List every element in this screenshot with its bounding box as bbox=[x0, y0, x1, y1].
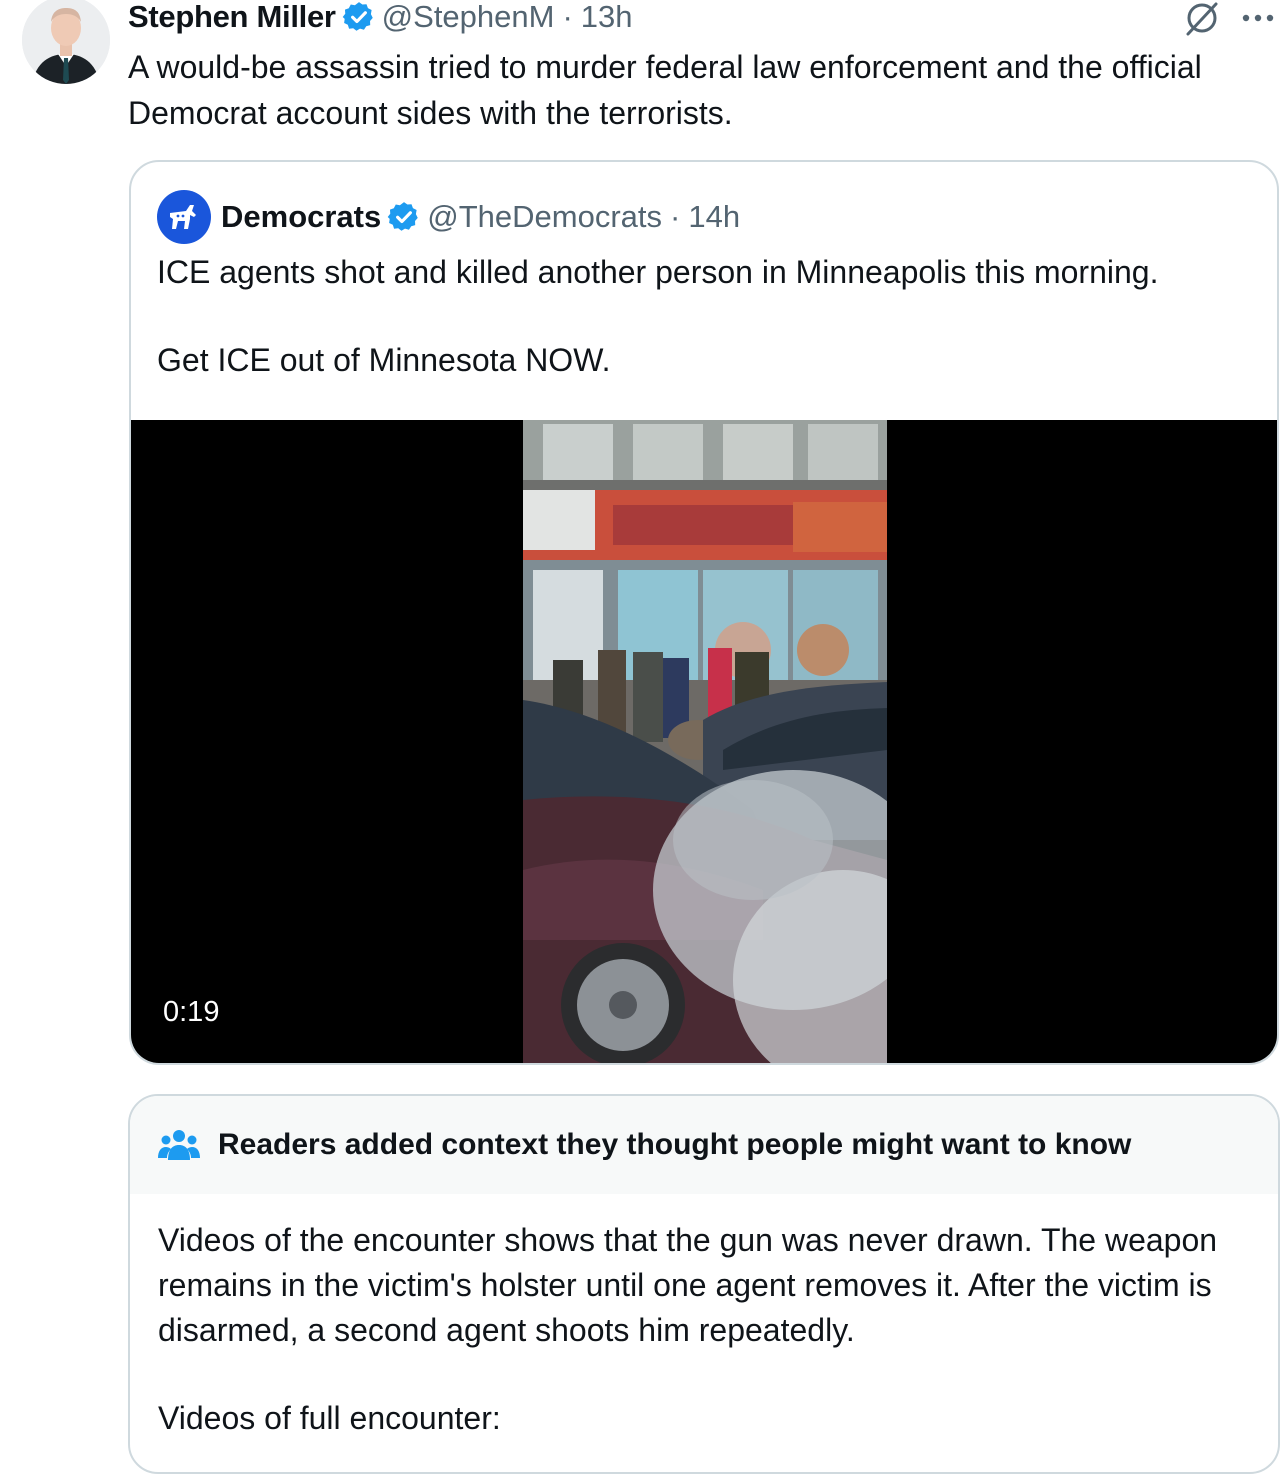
quoted-text-line: ICE agents shot and killed another perso… bbox=[157, 254, 1159, 290]
people-icon bbox=[158, 1128, 200, 1162]
post-actions-top bbox=[1182, 0, 1276, 38]
video-duration: 0:19 bbox=[163, 996, 220, 1028]
quoted-timestamp[interactable]: 14h bbox=[688, 199, 740, 235]
post-header: Stephen Miller @StephenM · 13h bbox=[128, 0, 633, 38]
separator-dot: · bbox=[562, 0, 573, 34]
separator-dot: · bbox=[670, 199, 681, 234]
author-name[interactable]: Stephen Miller bbox=[128, 0, 336, 35]
community-note[interactable]: Readers added context they thought peopl… bbox=[128, 1094, 1280, 1474]
tweet[interactable]: Stephen Miller @StephenM · 13h A would-b bbox=[0, 0, 1284, 1474]
video-player[interactable]: 0:19 bbox=[131, 420, 1277, 1063]
quoted-text: ICE agents shot and killed another perso… bbox=[157, 250, 1257, 382]
grok-icon[interactable] bbox=[1182, 0, 1222, 38]
post-timestamp[interactable]: 13h bbox=[581, 0, 633, 35]
community-note-paragraph: Videos of full encounter: bbox=[158, 1400, 501, 1436]
quoted-author-handle[interactable]: @TheDemocrats bbox=[427, 199, 662, 235]
community-note-header: Readers added context they thought peopl… bbox=[130, 1096, 1278, 1194]
more-options-icon[interactable] bbox=[1240, 12, 1276, 24]
author-handle[interactable]: @StephenM bbox=[382, 0, 555, 35]
community-note-title: Readers added context they thought peopl… bbox=[218, 1128, 1132, 1161]
democrats-logo-icon[interactable] bbox=[157, 190, 211, 244]
video-thumbnail[interactable] bbox=[523, 420, 887, 1063]
quoted-text-line: Get ICE out of Minnesota NOW. bbox=[157, 342, 611, 378]
community-note-body: Videos of the encounter shows that the g… bbox=[158, 1218, 1258, 1441]
verified-badge-icon[interactable] bbox=[342, 0, 376, 34]
post-text: A would-be assassin tried to murder fede… bbox=[128, 49, 1202, 131]
community-note-paragraph: Videos of the encounter shows that the g… bbox=[158, 1222, 1218, 1348]
quoted-tweet[interactable]: Democrats @TheDemocrats · 14h ICE agents… bbox=[129, 160, 1279, 1065]
quoted-author-name[interactable]: Democrats bbox=[221, 199, 381, 235]
quoted-header: Democrats @TheDemocrats · 14h bbox=[157, 190, 740, 244]
verified-badge-icon[interactable] bbox=[387, 200, 421, 234]
author-avatar[interactable] bbox=[22, 0, 110, 84]
